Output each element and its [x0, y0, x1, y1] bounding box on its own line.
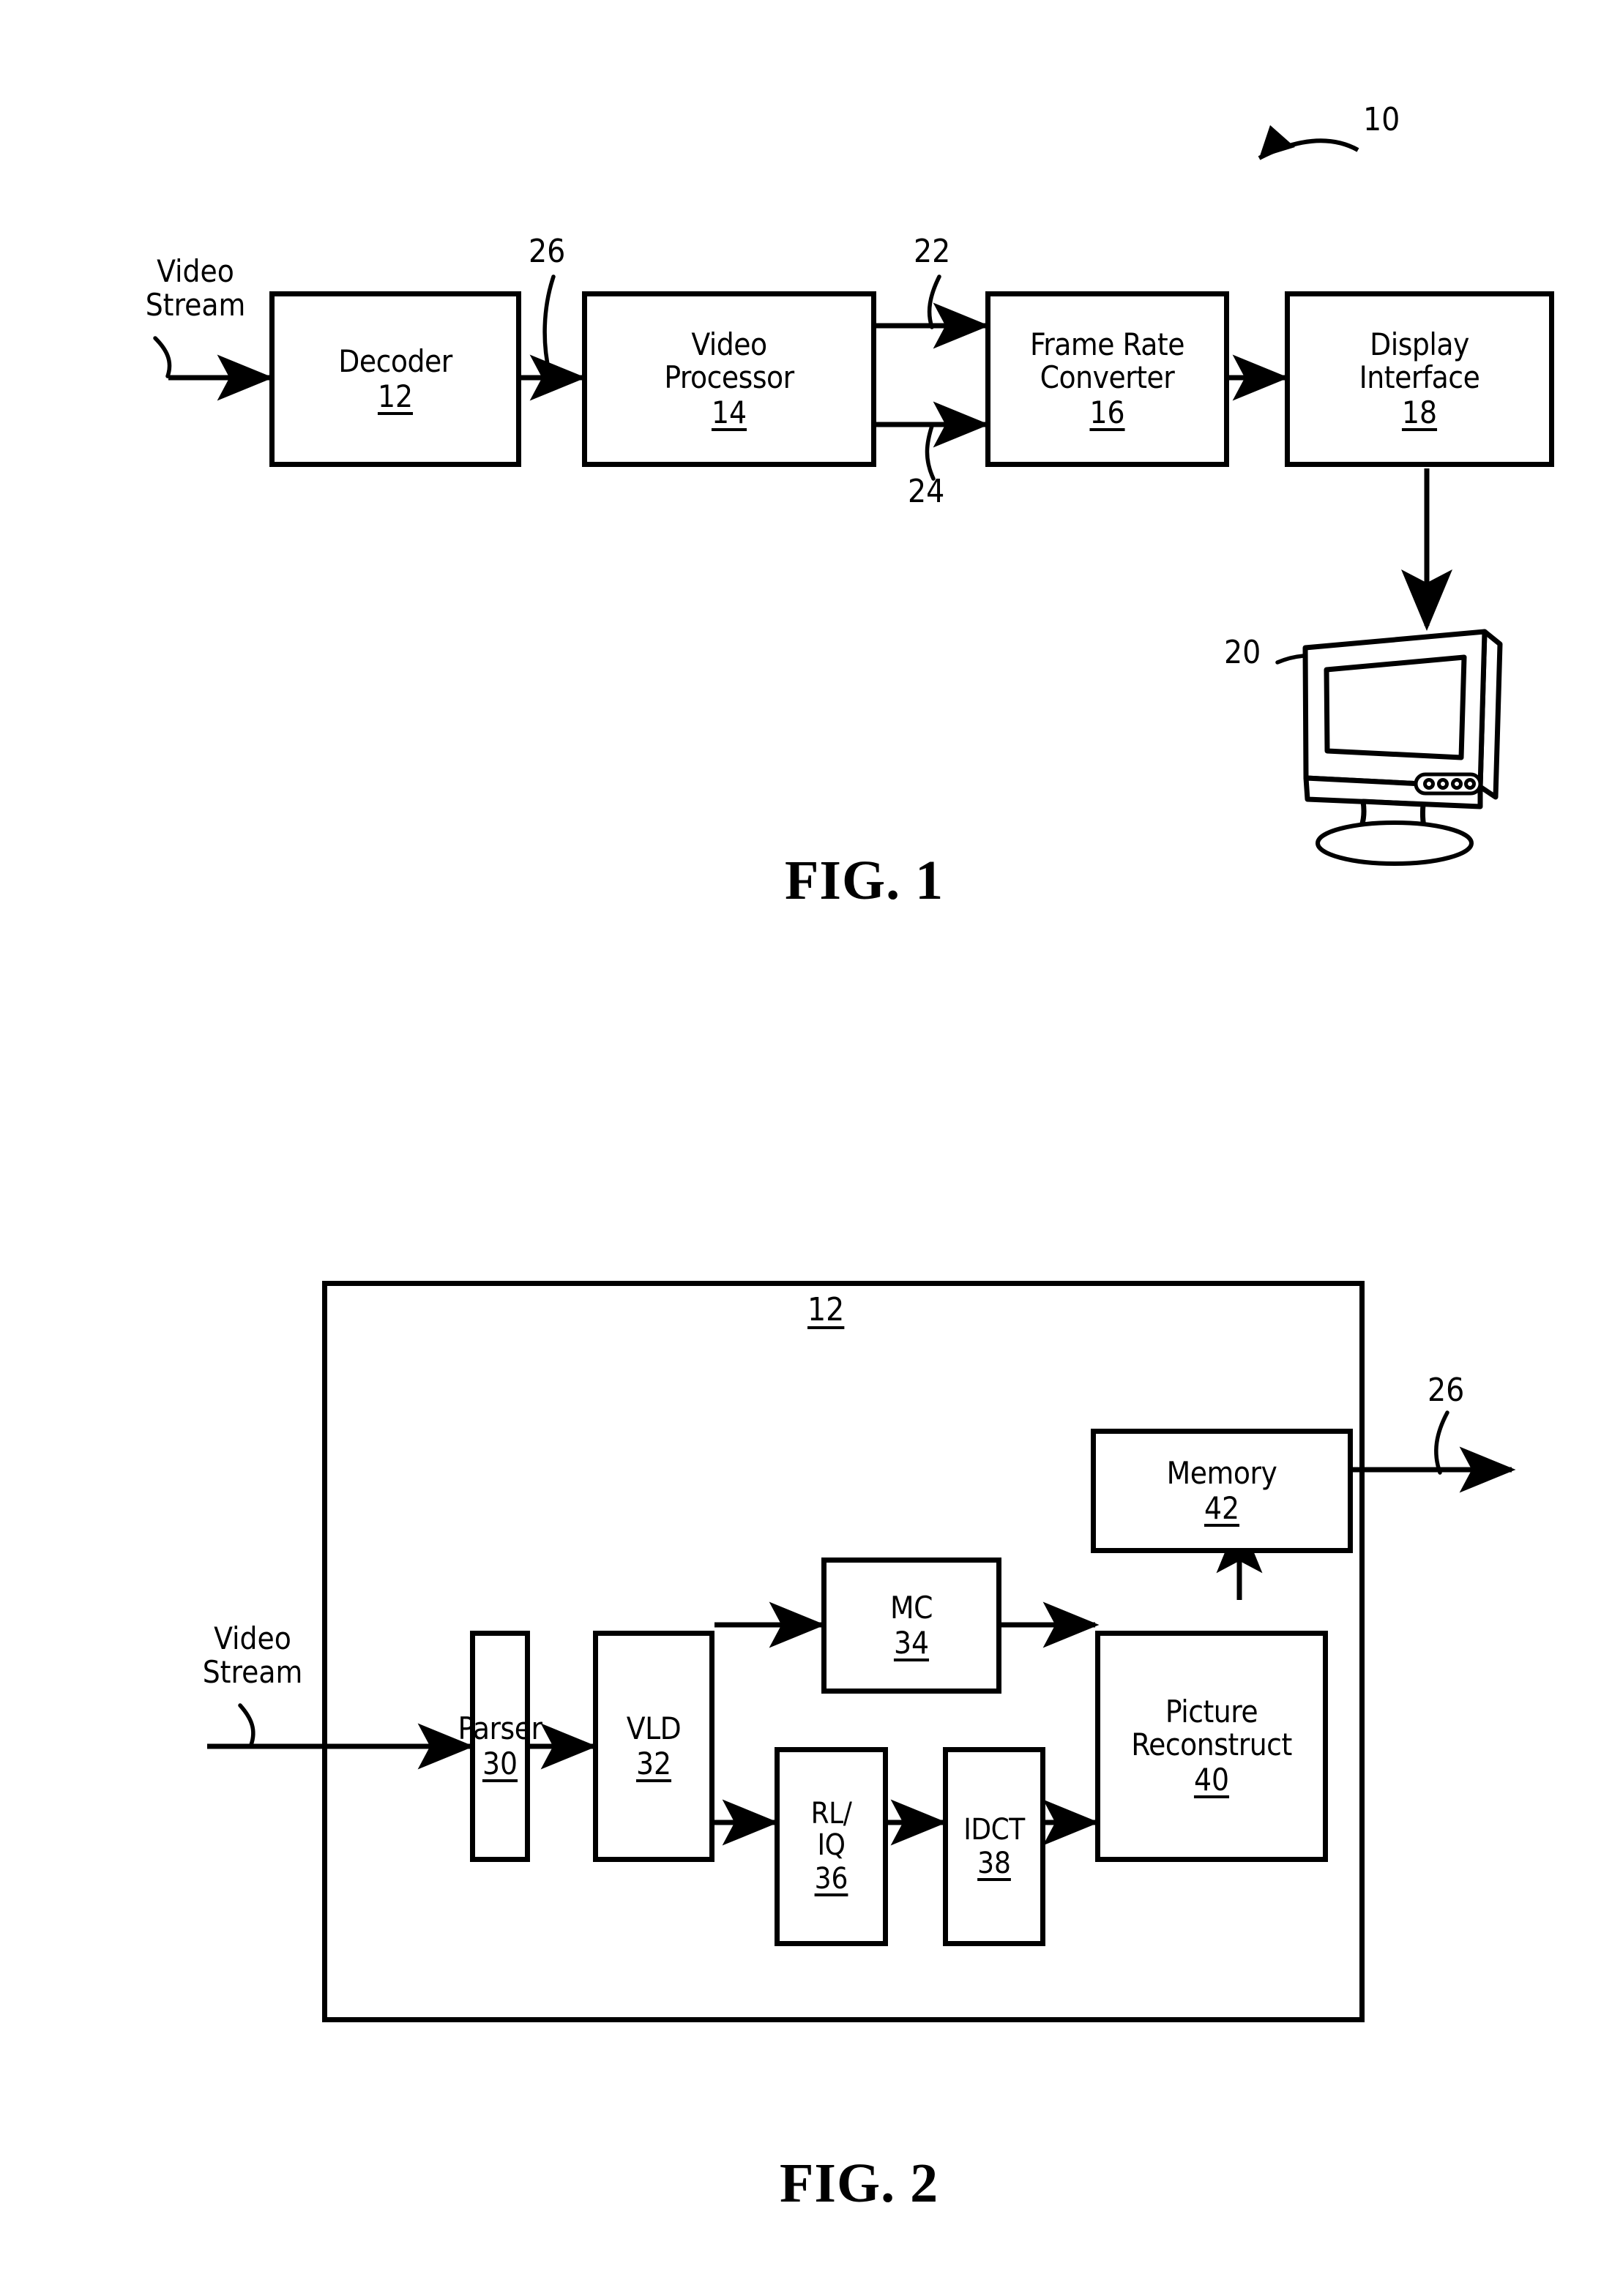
leader-ref-24-fig1	[925, 424, 936, 481]
block-frame-rate-converter[interactable]: Frame Rate Converter 16	[985, 291, 1229, 467]
block-display-interface[interactable]: Display Interface 18	[1285, 291, 1554, 467]
figure-2-caption: FIG. 2	[780, 2153, 939, 2214]
block-parser[interactable]: Parser 30	[458, 1631, 542, 1862]
lcd-monitor-art	[1302, 629, 1503, 849]
block-memory-label: Memory	[1166, 1454, 1277, 1491]
leader-ref-10-fig1	[1258, 125, 1359, 160]
ref-number-22: 22	[914, 233, 951, 270]
block-picture-reconstruct-label: Picture Reconstruct	[1131, 1694, 1292, 1763]
input-label-video-stream-fig1: Video Stream	[145, 253, 246, 324]
block-decoder[interactable]: Decoder 12	[269, 291, 521, 467]
block-picture-reconstruct-ref: 40	[1193, 1761, 1230, 1798]
input-label-video-stream-fig2: Video Stream	[202, 1620, 303, 1691]
block-frame-rate-converter-label: Frame Rate Converter	[1030, 326, 1184, 396]
figure-1-caption: FIG. 1	[785, 850, 944, 911]
lcd-monitor-buttons	[1414, 772, 1482, 796]
leader-videostream-fig2	[238, 1703, 255, 1747]
block-memory[interactable]: Memory 42	[1091, 1429, 1353, 1553]
block-memory-ref: 42	[1204, 1489, 1240, 1526]
leader-ref-26-fig2	[1434, 1410, 1449, 1475]
ref-number-20: 20	[1224, 634, 1261, 671]
block-rl-iq[interactable]: RL/ IQ 36	[775, 1747, 888, 1946]
block-rl-iq-ref: 36	[814, 1861, 848, 1896]
block-rl-iq-label: RL/ IQ	[810, 1797, 852, 1863]
block-parser-label: Parser	[458, 1710, 542, 1746]
block-parser-ref: 30	[482, 1745, 518, 1781]
block-vld[interactable]: VLD 32	[593, 1631, 714, 1862]
block-decoder-ref: 12	[377, 378, 414, 414]
ref-number-24: 24	[908, 473, 945, 510]
block-mc-ref: 34	[893, 1624, 930, 1661]
block-vld-ref: 32	[635, 1745, 672, 1781]
patent-drawing-sheet: 10 Video Stream Decoder 12 26 Video Proc…	[0, 0, 1612, 2296]
block-vld-label: VLD	[626, 1710, 682, 1746]
block-frame-rate-converter-ref: 16	[1089, 394, 1125, 430]
leader-ref-22-fig1	[927, 274, 941, 329]
block-display-interface-ref: 18	[1401, 394, 1438, 430]
block-mc[interactable]: MC 34	[821, 1558, 1001, 1694]
ref-number-10: 10	[1363, 101, 1400, 138]
leader-ref-26-fig1	[542, 274, 556, 380]
ref-number-26-fig1: 26	[529, 233, 566, 270]
block-display-interface-label: Display Interface	[1359, 326, 1480, 396]
ref-number-26-fig2: 26	[1428, 1372, 1465, 1409]
block-video-processor-label: Video Processor	[664, 326, 794, 396]
block-idct-label: IDCT	[963, 1812, 1025, 1847]
block-video-processor-ref: 14	[711, 394, 747, 430]
block-idct[interactable]: IDCT 38	[943, 1747, 1045, 1946]
block-video-processor[interactable]: Video Processor 14	[582, 291, 876, 467]
ref-number-12-fig2: 12	[807, 1291, 845, 1328]
lcd-monitor-base	[1316, 820, 1474, 866]
block-mc-label: MC	[889, 1589, 933, 1626]
block-decoder-label: Decoder	[338, 343, 452, 379]
block-idct-ref: 38	[977, 1846, 1011, 1880]
leader-videostream-fig1	[153, 336, 172, 378]
block-picture-reconstruct[interactable]: Picture Reconstruct 40	[1095, 1631, 1328, 1862]
